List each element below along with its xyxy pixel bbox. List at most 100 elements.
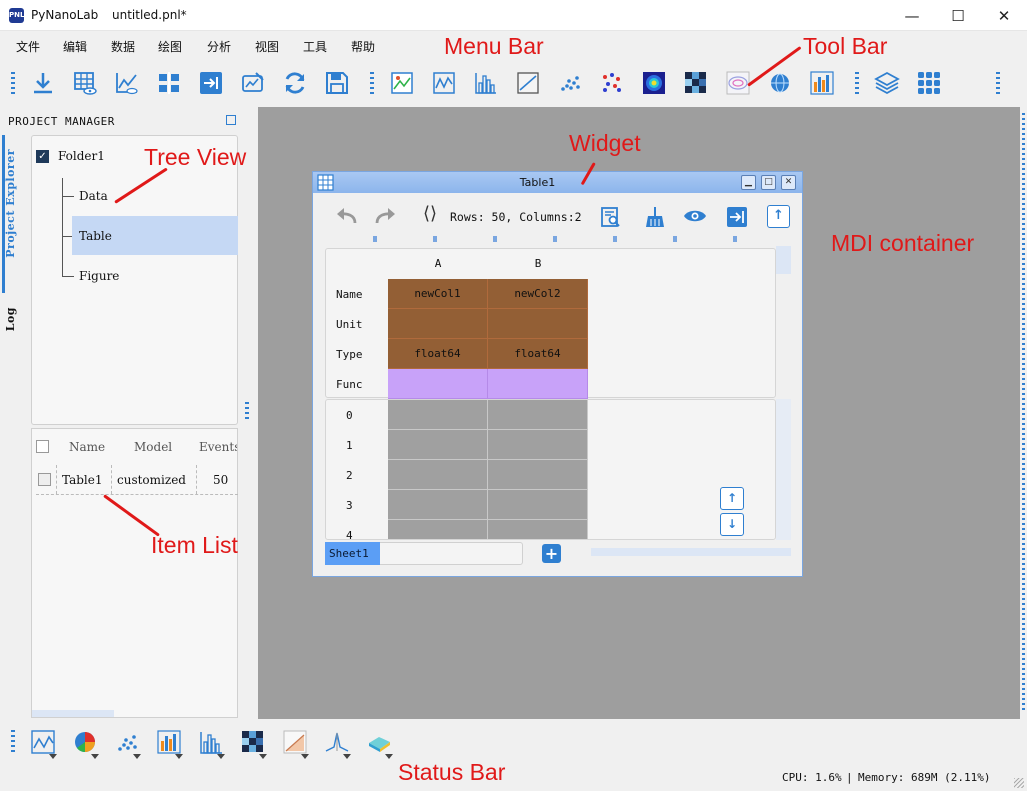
unit-cell-b[interactable] bbox=[488, 309, 588, 339]
data-cell[interactable] bbox=[388, 490, 488, 520]
dropdown-caret[interactable] bbox=[385, 754, 393, 759]
histogram-icon[interactable] bbox=[198, 729, 226, 757]
menu-analysis[interactable]: 分析 bbox=[207, 38, 231, 55]
sheet-scrollbar[interactable] bbox=[591, 548, 791, 556]
resize-grip[interactable] bbox=[1014, 778, 1024, 788]
sheet-tab-sheet1[interactable]: Sheet1 bbox=[325, 542, 380, 565]
histogram-icon[interactable] bbox=[473, 70, 499, 96]
toolbar-grip[interactable] bbox=[855, 72, 859, 94]
export-icon[interactable] bbox=[726, 206, 748, 228]
clear-broom-icon[interactable] bbox=[643, 205, 665, 229]
tree-item-table[interactable]: Table bbox=[79, 229, 112, 243]
close-button[interactable]: ✕ bbox=[981, 0, 1027, 31]
dropdown-caret[interactable] bbox=[343, 754, 351, 759]
type-cell-b[interactable]: float64 bbox=[488, 339, 588, 369]
data-cell[interactable] bbox=[388, 400, 488, 430]
dropdown-caret[interactable] bbox=[91, 754, 99, 759]
linear-plot-icon[interactable] bbox=[515, 70, 541, 96]
scroll-down-button[interactable]: ↓ bbox=[720, 513, 744, 536]
edit-chart-icon[interactable] bbox=[240, 70, 266, 96]
data-cell[interactable] bbox=[488, 400, 588, 430]
data-cell[interactable] bbox=[388, 460, 488, 490]
image-chart-icon[interactable] bbox=[389, 70, 415, 96]
scatter-plot-icon[interactable] bbox=[114, 729, 142, 757]
refresh-icon[interactable] bbox=[282, 70, 308, 96]
dropdown-caret[interactable] bbox=[175, 754, 183, 759]
heatmap-icon[interactable] bbox=[641, 70, 667, 96]
grid-apps-icon[interactable] bbox=[916, 70, 942, 96]
name-cell-a[interactable]: newCol1 bbox=[388, 279, 488, 309]
data-cell[interactable] bbox=[488, 460, 588, 490]
save-icon[interactable] bbox=[324, 70, 350, 96]
surface-3d-icon[interactable] bbox=[366, 729, 394, 757]
dropdown-caret[interactable] bbox=[259, 754, 267, 759]
pixel-map-icon[interactable] bbox=[683, 70, 709, 96]
data-cell[interactable] bbox=[488, 520, 588, 539]
menu-edit[interactable]: 编辑 bbox=[63, 38, 87, 55]
tree-item-figure[interactable]: Figure bbox=[79, 269, 119, 283]
table-view-icon[interactable] bbox=[72, 70, 98, 96]
column-header-events[interactable]: Events bbox=[199, 440, 237, 454]
pie-chart-icon[interactable] bbox=[72, 729, 100, 757]
data-cell[interactable] bbox=[388, 430, 488, 460]
menu-data[interactable]: 数据 bbox=[111, 38, 135, 55]
tab-log[interactable]: Log bbox=[4, 307, 17, 331]
dots-plot-icon[interactable] bbox=[599, 70, 625, 96]
search-table-icon[interactable] bbox=[600, 206, 622, 228]
folder-checkbox[interactable]: ✓ bbox=[36, 150, 49, 163]
preview-eye-icon[interactable] bbox=[683, 208, 707, 224]
data-scroll-track[interactable] bbox=[776, 399, 791, 540]
data-cell[interactable] bbox=[388, 520, 488, 539]
column-header-b[interactable]: B bbox=[488, 257, 588, 270]
column-header-name[interactable]: Name bbox=[69, 440, 105, 454]
type-cell-a[interactable]: float64 bbox=[388, 339, 488, 369]
name-cell-b[interactable]: newCol2 bbox=[488, 279, 588, 309]
column-header-a[interactable]: A bbox=[388, 257, 488, 270]
bar-chart-icon[interactable] bbox=[156, 729, 184, 757]
line-plot-icon[interactable] bbox=[30, 729, 58, 757]
layers-icon[interactable] bbox=[874, 70, 900, 96]
tab-project-explorer[interactable]: Project Explorer bbox=[4, 149, 17, 258]
list-item-name[interactable]: Table1 bbox=[62, 473, 102, 487]
minimize-button[interactable]: — bbox=[889, 0, 935, 31]
toolbar-grip[interactable] bbox=[11, 72, 15, 94]
import-icon[interactable] bbox=[198, 70, 224, 96]
tree-root-folder[interactable]: Folder1 bbox=[58, 149, 105, 163]
split-icon[interactable] bbox=[156, 70, 182, 96]
data-cell[interactable] bbox=[488, 490, 588, 520]
redo-icon[interactable] bbox=[373, 205, 399, 227]
line-chart-icon[interactable] bbox=[114, 70, 140, 96]
toolbar-grip[interactable] bbox=[996, 72, 1000, 94]
undock-icon[interactable] bbox=[226, 115, 236, 125]
menu-help[interactable]: 帮助 bbox=[351, 38, 375, 55]
column-header-model[interactable]: Model bbox=[134, 440, 172, 454]
widget-close-button[interactable]: ✕ bbox=[781, 175, 796, 190]
statusbar-grip[interactable] bbox=[11, 730, 15, 752]
scroll-up-button[interactable]: ↑ bbox=[720, 487, 744, 510]
expand-code-icon[interactable]: ⟨⟩ bbox=[423, 203, 437, 224]
scroll-top-button[interactable]: ↑ bbox=[767, 205, 790, 228]
pixel-map-icon[interactable] bbox=[240, 729, 268, 757]
add-sheet-button[interactable]: + bbox=[542, 544, 561, 563]
dropdown-caret[interactable] bbox=[49, 754, 57, 759]
dropdown-caret[interactable] bbox=[217, 754, 225, 759]
globe-icon[interactable] bbox=[767, 70, 793, 96]
dropdown-caret[interactable] bbox=[301, 754, 309, 759]
fill-area-icon[interactable] bbox=[282, 729, 310, 757]
mdi-scrollbar[interactable] bbox=[1020, 107, 1027, 719]
menu-file[interactable]: 文件 bbox=[16, 38, 40, 55]
peak-icon[interactable] bbox=[324, 729, 352, 757]
bar-chart-icon[interactable] bbox=[809, 70, 835, 96]
download-icon[interactable] bbox=[30, 70, 56, 96]
maximize-button[interactable]: ☐ bbox=[935, 0, 981, 31]
menu-tools[interactable]: 工具 bbox=[303, 38, 327, 55]
toolbar-grip[interactable] bbox=[370, 72, 374, 94]
splitter-handle[interactable] bbox=[245, 402, 249, 422]
line-plot-icon[interactable] bbox=[431, 70, 457, 96]
undo-icon[interactable] bbox=[333, 205, 359, 227]
data-cell[interactable] bbox=[488, 430, 588, 460]
tree-item-data[interactable]: Data bbox=[79, 189, 108, 203]
widget-title-bar[interactable]: Table1 ▁ □ ✕ bbox=[313, 172, 802, 193]
horizontal-scrollbar[interactable] bbox=[32, 710, 114, 717]
unit-cell-a[interactable] bbox=[388, 309, 488, 339]
